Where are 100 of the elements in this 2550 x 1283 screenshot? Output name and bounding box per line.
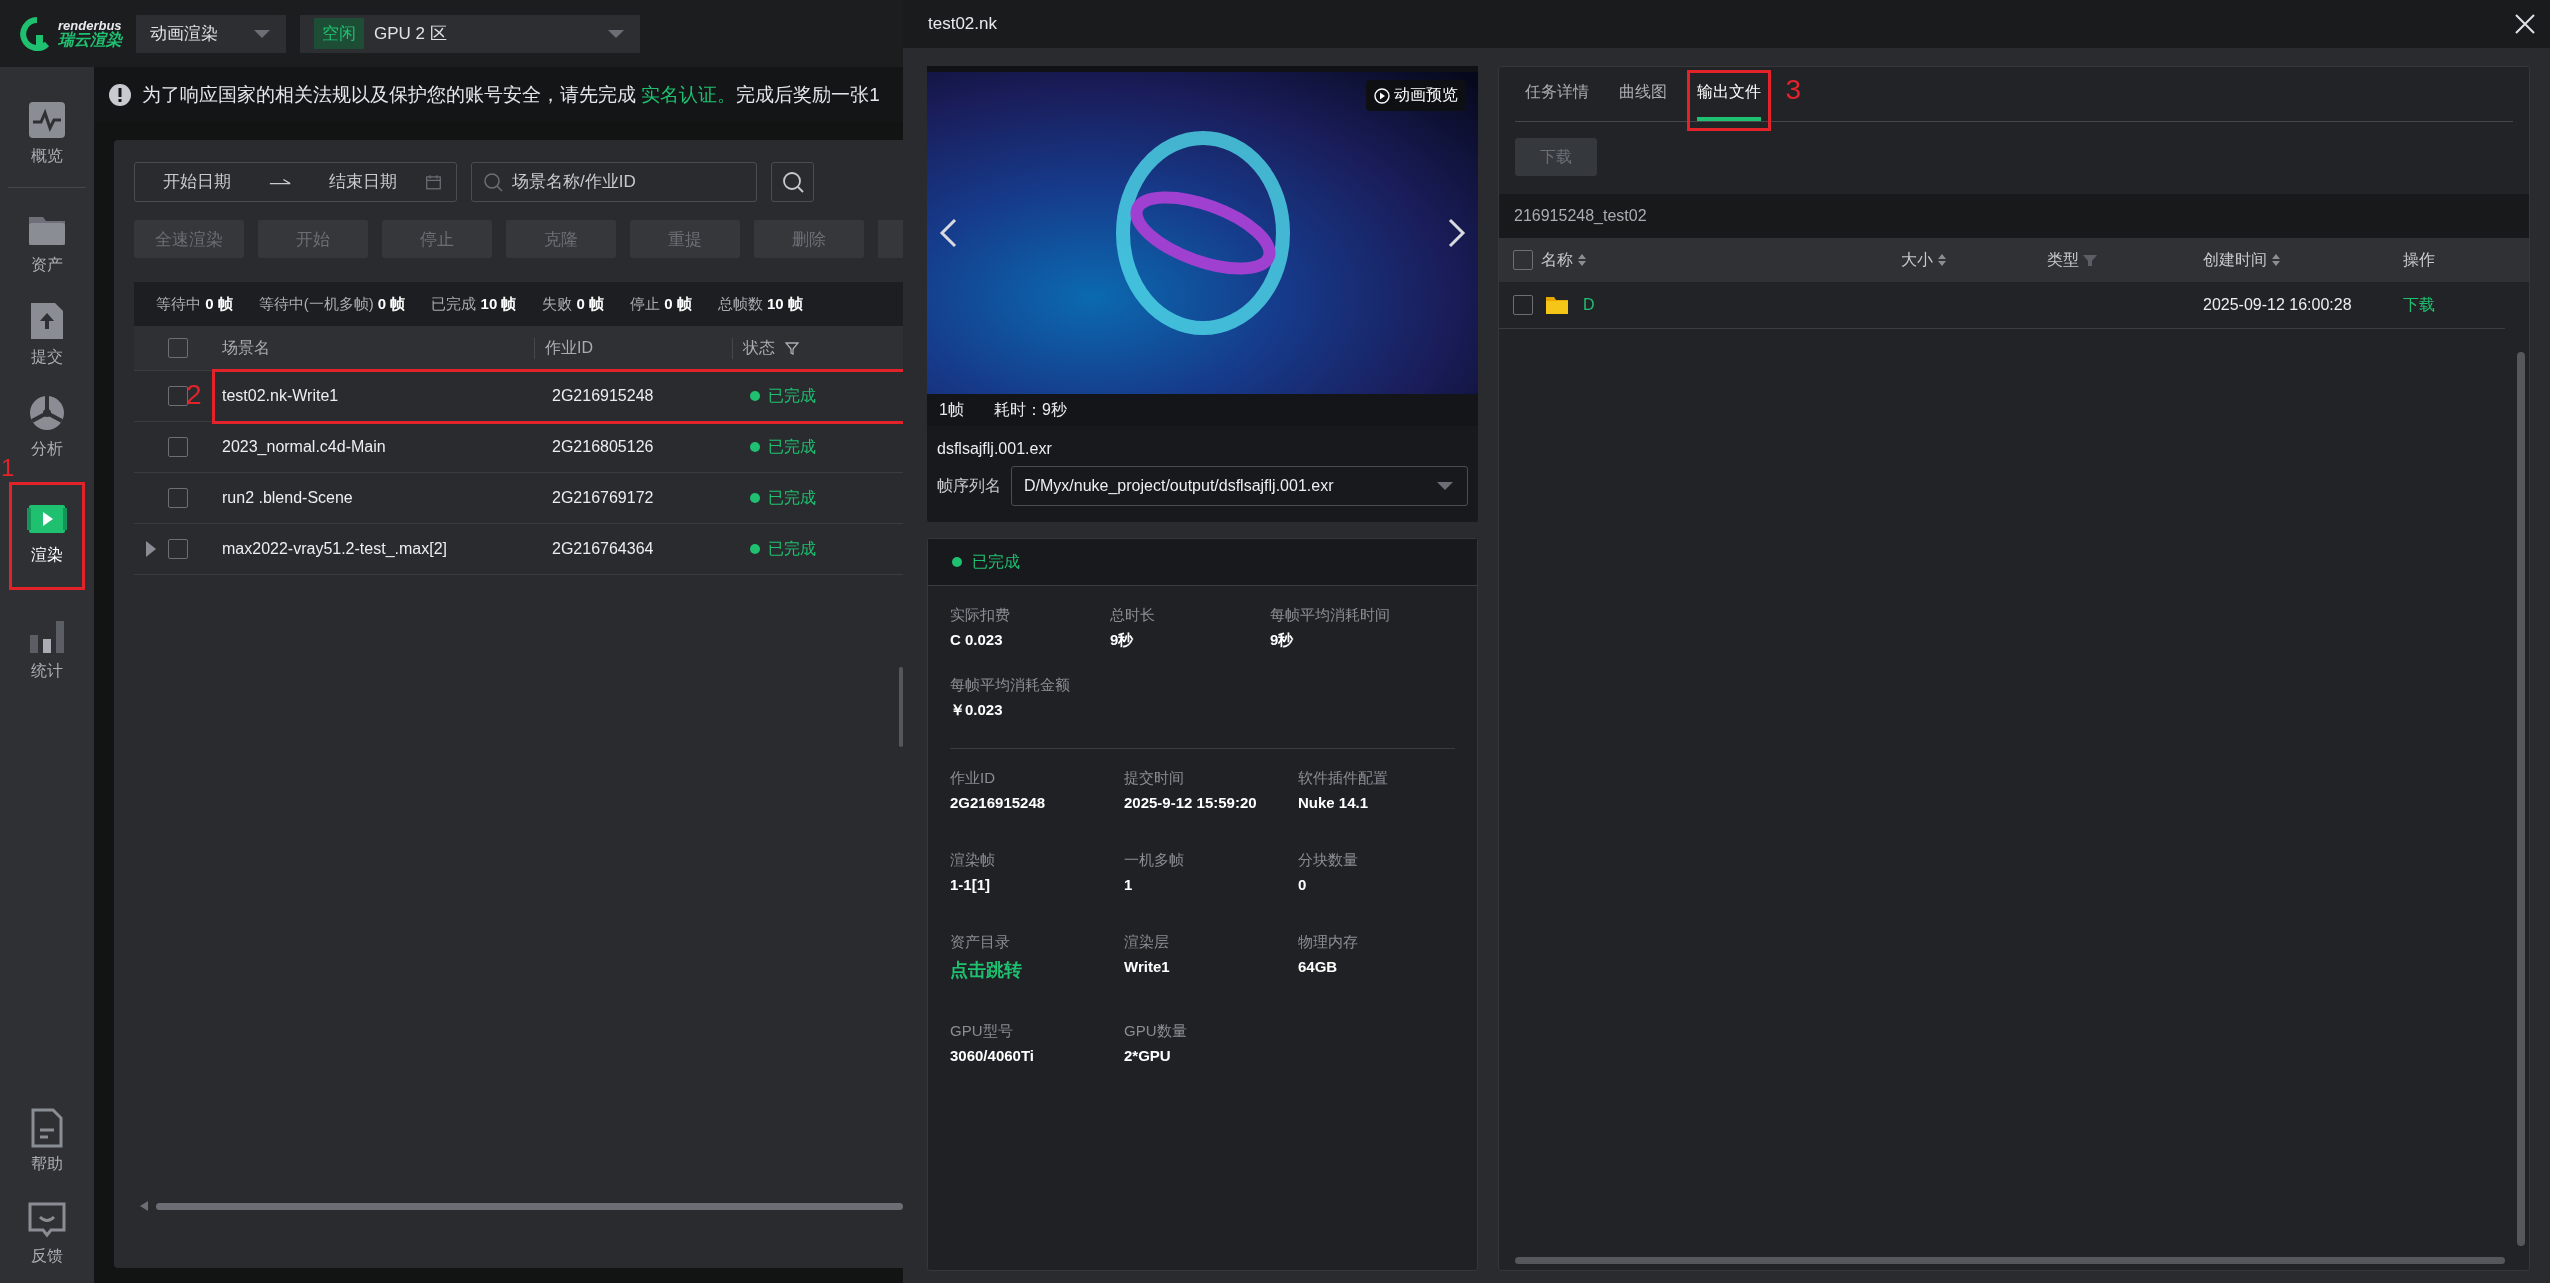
stat-text: 总帧数 10 帧 [717, 294, 803, 314]
table-row[interactable]: max2022-vray51.2-test_.max[2] 2G216764364 已完成 [134, 524, 903, 575]
status-label: 已完成 [972, 551, 1020, 572]
field-label: 提交时间 [1124, 769, 1185, 788]
field-label: 每帧平均消耗时间 [1270, 606, 1391, 625]
table-cell-text: 2G216769172 [551, 489, 655, 507]
start-date-input[interactable]: 开始日期 [135, 171, 259, 193]
status-cell: 已完成 [742, 385, 852, 407]
jump-link[interactable]: 点击跳转 [950, 958, 1124, 982]
sidebar-item[interactable]: 提交 [19, 292, 75, 376]
sidebar-item[interactable]: 渲染 [19, 490, 75, 574]
search-button[interactable] [771, 162, 814, 202]
table-row[interactable]: 2023_normal.c4d-Main 2G216805126 已完成 [134, 422, 903, 473]
field-value: 0 [1298, 876, 1308, 893]
activity-icon [27, 99, 67, 140]
checkbox[interactable] [168, 488, 188, 508]
status-dot [952, 557, 962, 567]
folder-icon [1545, 295, 1569, 315]
end-date-input[interactable]: 结束日期 [301, 171, 426, 193]
zone-select[interactable]: 空闲 GPU 2 区 [300, 14, 640, 53]
tab[interactable]: 输出文件 [1697, 82, 1761, 121]
sidebar-item[interactable]: 反馈 [19, 1191, 75, 1275]
scrollbar[interactable] [2517, 352, 2525, 1246]
chevron-left-icon [939, 218, 957, 248]
table-row[interactable]: D 2025-09-12 16:00:28 下载 [1499, 282, 2505, 329]
previous-button[interactable] [939, 218, 957, 248]
field-value: Write1 [1124, 958, 1171, 975]
sidebar-item[interactable]: 帮助 [19, 1099, 75, 1183]
field-value: ￥0.023 [950, 701, 1004, 720]
download-link[interactable]: 下载 [2403, 294, 2505, 316]
close-icon [2514, 13, 2536, 35]
verify-link[interactable]: 实名认证。 [641, 83, 737, 105]
field-value: 9秒 [1270, 631, 1295, 650]
column-header: 状态 [732, 337, 852, 359]
tab[interactable]: 曲线图 [1619, 82, 1667, 121]
sidebar-item[interactable]: 分析 [19, 384, 75, 468]
field-label: 物理内存 [1298, 933, 1359, 952]
sidebar-item[interactable]: 概览 [19, 91, 75, 175]
table-cell-text: 2025-09-12 16:00:28 [2203, 296, 2353, 314]
scroll-left-icon [140, 1201, 148, 1211]
field-value: 64GB [1298, 958, 1339, 975]
stat-text: 停止 0 帧 [630, 294, 692, 314]
status-dot [750, 391, 760, 401]
status-cell: 已完成 [742, 538, 852, 560]
field-label: 每帧平均消耗金额 [950, 676, 1071, 695]
column-header: 作业ID [534, 337, 742, 359]
checkbox[interactable] [168, 386, 188, 406]
column-header: 名称 [1541, 249, 1901, 271]
status-cell: 已完成 [742, 487, 852, 509]
sequence-select[interactable]: D/Myx/nuke_project/output/dsflsajflj.001.exr [1011, 466, 1468, 506]
search-icon [780, 170, 805, 194]
path-bar: 216915248_test02 [1499, 194, 2529, 238]
stat-text: 已完成 10 帧 [431, 294, 517, 314]
field-value: 2025-9-12 15:59:20 [1124, 794, 1258, 811]
field-label: 资产目录 [950, 933, 1011, 952]
checkbox[interactable] [1513, 295, 1533, 315]
table-cell-text: 2G216764364 [551, 540, 655, 558]
annotation-number: 1 [1, 456, 15, 480]
date-range-field[interactable]: 开始日期 结束日期 [134, 162, 457, 202]
field-label: 一机多帧 [1124, 851, 1185, 870]
tab[interactable]: 任务详情 [1525, 82, 1589, 121]
field-value: 3060/4060Ti [950, 1047, 1035, 1064]
warning-icon [108, 82, 132, 107]
scrollbar[interactable] [899, 667, 903, 747]
status-dot [750, 442, 760, 452]
field-label: 作业ID [950, 769, 996, 788]
sidebar-item[interactable]: 资产 [19, 200, 75, 284]
column-header: 创建时间 [2203, 249, 2403, 271]
chevron-right-icon [1448, 218, 1466, 248]
field-value: 9秒 [1110, 631, 1135, 650]
status-badge: 空闲 [314, 18, 364, 49]
checkbox[interactable] [1513, 250, 1533, 270]
calendar-icon [425, 172, 442, 192]
scrollbar[interactable] [1515, 1257, 2505, 1264]
sidebar-item[interactable]: 统计 [19, 606, 75, 690]
search-field[interactable]: 场景名称/作业ID [471, 162, 757, 202]
checkbox[interactable] [168, 539, 188, 559]
checkbox[interactable] [168, 437, 188, 457]
expand-icon [145, 540, 157, 558]
scrollbar[interactable] [156, 1202, 903, 1210]
next-button[interactable] [1448, 218, 1466, 248]
mode-select[interactable]: 动画渲染 [136, 14, 286, 53]
table-cell-text: test02.nk-Write1 [221, 387, 340, 405]
field-label: 渲染层 [1124, 933, 1170, 952]
column-header: 大小 [1901, 249, 2047, 271]
field-label: 帧序列名 [937, 475, 1001, 496]
table-cell-text: 2G216805126 [551, 438, 655, 456]
table-cell-text: max2022-vray51.2-test_.max[2] [221, 540, 448, 558]
table-row[interactable]: run2 .blend-Scene 2G216769172 已完成 [134, 473, 903, 524]
file-name-cell[interactable]: D [1541, 295, 1901, 315]
checkbox[interactable] [168, 338, 188, 358]
field-label: 软件插件配置 [1298, 769, 1389, 788]
field-value: C 0.023 [950, 631, 1004, 648]
stat-text: 等待中(一机多帧) 0 帧 [258, 294, 406, 314]
status-cell: 已完成 [742, 436, 852, 458]
annotation-number: 2 [186, 381, 202, 409]
field-label: 实际扣费 [950, 606, 1011, 625]
preview-button[interactable]: 动画预览 [1366, 80, 1466, 111]
play-icon [1374, 87, 1390, 104]
close-button[interactable] [2514, 13, 2536, 35]
